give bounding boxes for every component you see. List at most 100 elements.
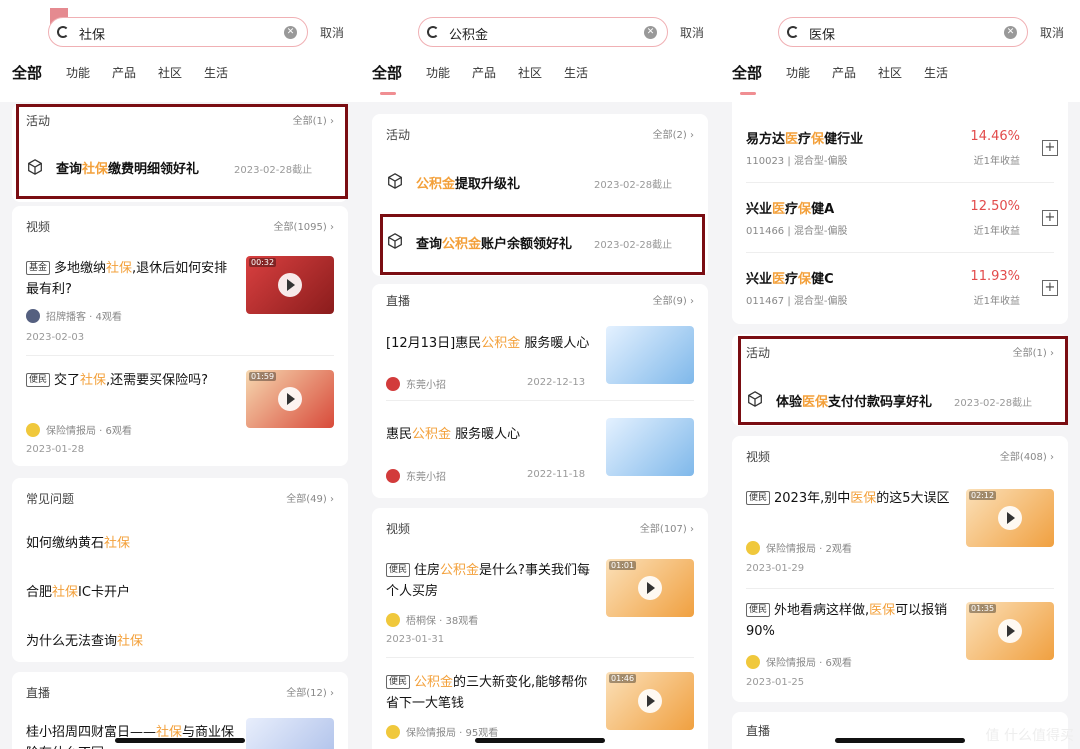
video-more-link[interactable]: 全部(1095) ›: [274, 218, 334, 233]
video-meta: 招牌播客 · 4观看: [26, 308, 122, 323]
live-thumbnail[interactable]: [606, 418, 694, 476]
video-thumbnail[interactable]: 00:32: [246, 256, 334, 314]
tab-community[interactable]: 社区: [518, 64, 542, 81]
video-date: 2023-01-29: [746, 563, 805, 574]
video-title[interactable]: 便民 住房公积金是什么?事关我们每个人买房: [386, 560, 596, 602]
tab-community[interactable]: 社区: [158, 64, 182, 81]
video-date: 2023-01-25: [746, 677, 805, 688]
tab-product[interactable]: 产品: [832, 64, 856, 81]
tab-product[interactable]: 产品: [112, 64, 136, 81]
faq-item[interactable]: 如何缴纳黄石社保: [26, 532, 130, 551]
top-bar: 医保 ✕ 取消 全部 功能 产品 社区 生活: [720, 0, 1080, 102]
video-title[interactable]: 便民 公积金的三大新变化,能够帮你省下一大笔钱: [386, 672, 596, 714]
live-thumbnail[interactable]: [606, 326, 694, 384]
video-thumbnail[interactable]: 01:46: [606, 672, 694, 730]
clear-icon[interactable]: ✕: [1004, 26, 1017, 39]
tab-product[interactable]: 产品: [472, 64, 496, 81]
faq-item[interactable]: 合肥社保IC卡开户: [26, 581, 130, 600]
tab-life[interactable]: 生活: [564, 64, 588, 81]
video-thumbnail[interactable]: 01:01: [606, 559, 694, 617]
video-thumbnail[interactable]: 01:35: [966, 602, 1054, 660]
panel-gongjijin: 公积金 ✕ 取消 全部 功能 产品 社区 生活 活动 全部(2) › 公积金提取…: [360, 0, 720, 749]
cancel-button[interactable]: 取消: [320, 24, 344, 41]
video-title[interactable]: 便民 2023年,别中医保的这5大误区: [746, 488, 956, 509]
tab-indicator: [380, 92, 396, 95]
live-more-link[interactable]: 全部(9) ›: [653, 292, 694, 307]
live-card: 直播 全部(9) › [12月13日]惠民公积金 服务暖人心 东莞小招 2022…: [372, 284, 708, 498]
play-icon: [638, 689, 662, 713]
author-avatar: [386, 469, 400, 483]
video-thumbnail[interactable]: 02:12: [966, 489, 1054, 547]
video-card: 视频 全部(107) › 便民 住房公积金是什么?事关我们每个人买房 梧桐保 · …: [372, 508, 708, 749]
video-date: 2023-01-31: [386, 634, 445, 645]
top-bar: 社保 ✕ 取消 全部 功能 产品 社区 生活: [0, 0, 360, 102]
video-title[interactable]: 基金 多地缴纳社保,退休后如何安排最有利?: [26, 258, 236, 300]
author-avatar: [746, 541, 760, 555]
home-indicator: [115, 738, 245, 743]
play-icon: [998, 506, 1022, 530]
divider: [746, 252, 1054, 253]
tab-function[interactable]: 功能: [426, 64, 450, 81]
cube-icon: [388, 173, 402, 189]
faq-more-link[interactable]: 全部(49) ›: [286, 490, 334, 505]
cancel-button[interactable]: 取消: [1040, 24, 1064, 41]
live-date: 2022-11-18: [527, 469, 586, 480]
tab-function[interactable]: 功能: [66, 64, 90, 81]
clear-icon[interactable]: ✕: [644, 26, 657, 39]
fund-name[interactable]: 兴业医疗保健C: [746, 268, 834, 287]
author-avatar: [386, 613, 400, 627]
clear-icon[interactable]: ✕: [284, 26, 297, 39]
fund-rate-label: 近1年收益: [973, 156, 1020, 167]
tab-life[interactable]: 生活: [204, 64, 228, 81]
add-icon[interactable]: +: [1042, 140, 1058, 156]
fund-name[interactable]: 兴业医疗保健A: [746, 198, 834, 217]
fund-rate: 11.93%: [970, 269, 1020, 284]
add-icon[interactable]: +: [1042, 280, 1058, 296]
tab-function[interactable]: 功能: [786, 64, 810, 81]
video-thumbnail[interactable]: 01:59: [246, 370, 334, 428]
fund-rate: 12.50%: [970, 199, 1020, 214]
author-avatar: [746, 655, 760, 669]
author-avatar: [386, 377, 400, 391]
tab-community[interactable]: 社区: [878, 64, 902, 81]
video-title[interactable]: 便民 外地看病这样做,医保可以报销90%: [746, 600, 956, 642]
add-icon[interactable]: +: [1042, 210, 1058, 226]
cancel-button[interactable]: 取消: [680, 24, 704, 41]
tab-life[interactable]: 生活: [924, 64, 948, 81]
fund-name[interactable]: 易方达医疗保健行业: [746, 128, 863, 147]
play-icon: [278, 273, 302, 297]
tab-indicator: [740, 92, 756, 95]
tab-all[interactable]: 全部: [732, 62, 762, 83]
activity-date: 2023-02-28截止: [594, 180, 673, 191]
search-input[interactable]: 社保 ✕: [48, 17, 308, 47]
search-input[interactable]: 公积金 ✕: [418, 17, 668, 47]
live-title[interactable]: [12月13日]惠民公积金 服务暖人心: [386, 332, 589, 351]
video-more-link[interactable]: 全部(408) ›: [1000, 448, 1054, 463]
live-date: 2022-12-13: [527, 377, 586, 388]
video-more-link[interactable]: 全部(107) ›: [640, 520, 694, 535]
tab-all[interactable]: 全部: [12, 62, 42, 83]
search-query: 社保: [79, 28, 106, 43]
fund-meta: 011466 | 混合型-偏股: [746, 226, 848, 237]
live-thumbnail[interactable]: [246, 718, 334, 749]
live-title[interactable]: 桂小招周四财富日——社保与商业保险有什么不同: [26, 722, 236, 749]
faq-item[interactable]: 为什么无法查询社保: [26, 630, 143, 649]
highlight-box: [380, 214, 705, 275]
search-input[interactable]: 医保 ✕: [778, 17, 1028, 47]
highlight-box: [16, 104, 348, 199]
home-indicator: [835, 738, 965, 743]
live-title[interactable]: 惠民公积金 服务暖人心: [386, 423, 520, 442]
activity-title[interactable]: 公积金提取升级礼: [416, 173, 520, 192]
live-header: 直播: [26, 686, 51, 700]
play-icon: [638, 576, 662, 600]
watermark-logo: 值 什么值得买: [985, 728, 1074, 744]
activity-more-link[interactable]: 全部(2) ›: [653, 126, 694, 141]
video-title[interactable]: 便民 交了社保,还需要买保险吗?: [26, 370, 236, 391]
video-meta: 保险情报局 · 2观看: [746, 540, 852, 555]
fund-card: 易方达医疗保健行业 110023 | 混合型-偏股 14.46% 近1年收益 +…: [732, 102, 1068, 324]
video-card: 视频 全部(408) › 便民 2023年,别中医保的这5大误区 保险情报局 · …: [732, 436, 1068, 702]
live-more-link[interactable]: 全部(12) ›: [286, 684, 334, 699]
highlight-box: [738, 336, 1068, 425]
tab-all[interactable]: 全部: [372, 62, 402, 83]
play-icon: [278, 387, 302, 411]
